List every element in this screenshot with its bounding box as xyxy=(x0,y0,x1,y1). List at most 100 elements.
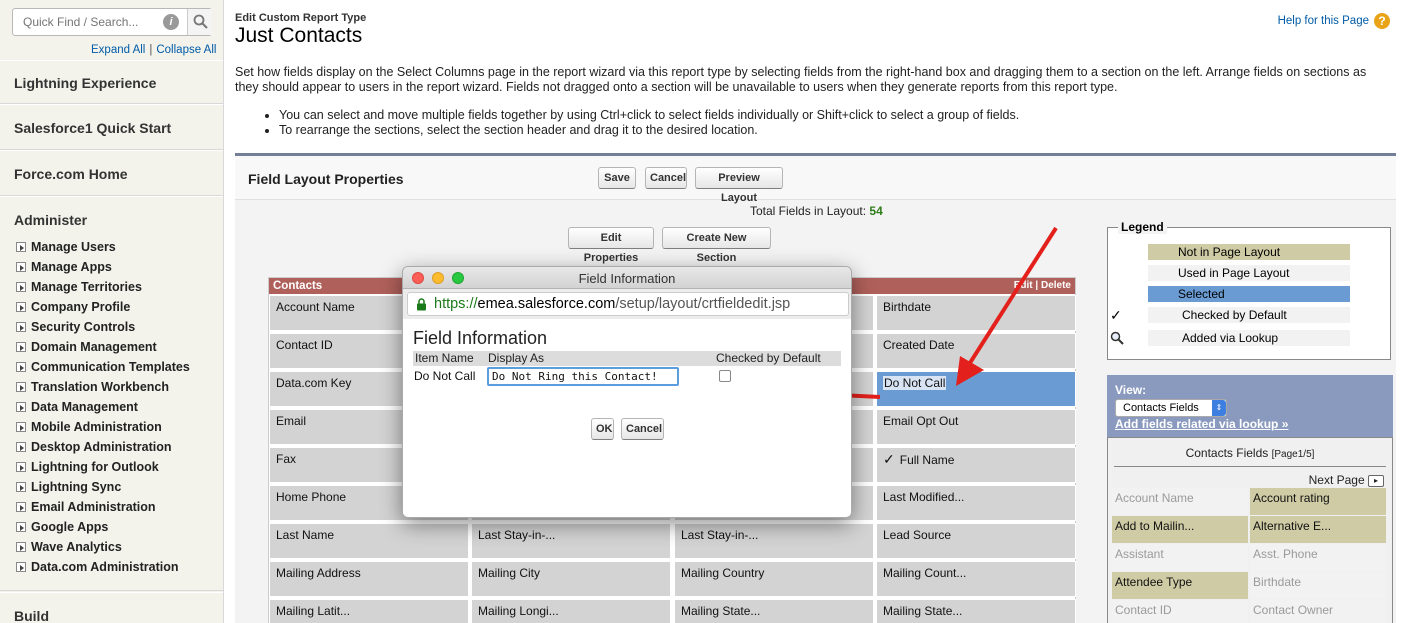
layout-field-cell[interactable]: Birthdate xyxy=(876,295,1076,331)
sidebar-item[interactable]: Translation Workbench xyxy=(16,378,169,396)
expand-triangle-icon[interactable] xyxy=(16,322,26,332)
layout-field-cell[interactable]: Mailing Address xyxy=(269,561,469,597)
layout-field-cell[interactable]: Last Stay-in-... xyxy=(674,523,874,559)
next-arrow-icon[interactable]: ▸ xyxy=(1368,474,1384,487)
layout-field-cell[interactable]: Do Not Call xyxy=(876,371,1076,407)
sidebar-lightning-experience[interactable]: Lightning Experience xyxy=(0,60,223,104)
expand-triangle-icon[interactable] xyxy=(16,542,26,552)
view-select[interactable]: Contacts Fields ⇕ xyxy=(1115,399,1227,417)
help-link[interactable]: Help for this Page ? xyxy=(1278,13,1390,29)
checked-by-default-checkbox[interactable] xyxy=(719,370,731,382)
sidebar-item[interactable]: Data Management xyxy=(16,398,138,416)
sidebar-item-label[interactable]: Security Controls xyxy=(31,320,135,334)
sidebar-item-label[interactable]: Manage Territories xyxy=(31,280,142,294)
collapse-all-link[interactable]: Collapse All xyxy=(156,44,216,56)
add-fields-lookup-link[interactable]: Add fields related via lookup » xyxy=(1115,417,1288,431)
sidebar-salesforce1-quick-start[interactable]: Salesforce1 Quick Start xyxy=(0,104,223,150)
cancel-button[interactable]: Cancel xyxy=(645,167,687,189)
expand-triangle-icon[interactable] xyxy=(16,302,26,312)
sidebar-item[interactable]: Security Controls xyxy=(16,318,135,336)
layout-field-cell[interactable]: Mailing State... xyxy=(876,599,1076,623)
sidebar-item-label[interactable]: Desktop Administration xyxy=(31,440,172,454)
layout-field-cell[interactable]: Last Stay-in-... xyxy=(471,523,671,559)
layout-field-cell[interactable]: Last Name xyxy=(269,523,469,559)
sidebar-item[interactable]: Mobile Administration xyxy=(16,418,162,436)
expand-triangle-icon[interactable] xyxy=(16,462,26,472)
info-icon[interactable]: i xyxy=(163,14,179,30)
sidebar-item[interactable]: Google Apps xyxy=(16,518,108,536)
next-page-label[interactable]: Next Page xyxy=(1309,473,1365,487)
create-new-section-button[interactable]: Create New Section xyxy=(662,227,771,264)
layout-field-cell[interactable]: Created Date xyxy=(876,333,1076,369)
layout-field-cell[interactable]: Mailing State... xyxy=(674,599,874,623)
available-field[interactable]: Alternative E... xyxy=(1250,516,1386,543)
sidebar-force-home[interactable]: Force.com Home xyxy=(0,150,223,196)
layout-field-cell[interactable]: Mailing Count... xyxy=(876,561,1076,597)
available-field[interactable]: Attendee Type xyxy=(1112,572,1248,599)
sidebar-item[interactable]: Wave Analytics xyxy=(16,538,122,556)
layout-field-cell[interactable]: ✓ Full Name xyxy=(876,447,1076,483)
layout-field-cell[interactable]: Mailing Longi... xyxy=(471,599,671,623)
sidebar-item[interactable]: Lightning Sync xyxy=(16,478,121,496)
sidebar-item-label[interactable]: Domain Management xyxy=(31,340,157,354)
expand-triangle-icon[interactable] xyxy=(16,282,26,292)
sidebar-item-label[interactable]: Manage Apps xyxy=(31,260,112,274)
ok-button[interactable]: OK xyxy=(591,418,614,440)
sidebar-item[interactable]: Company Profile xyxy=(16,298,130,316)
help-label[interactable]: Help for this Page xyxy=(1278,15,1369,27)
next-page-link[interactable]: Next Page ▸ xyxy=(1309,473,1384,487)
sidebar-item-label[interactable]: Communication Templates xyxy=(31,360,190,374)
expand-triangle-icon[interactable] xyxy=(16,262,26,272)
layout-field-cell[interactable]: Last Modified... xyxy=(876,485,1076,521)
layout-field-cell[interactable]: Mailing City xyxy=(471,561,671,597)
section-edit-delete[interactable]: Edit | Delete xyxy=(1014,278,1071,294)
layout-field-cell[interactable]: Lead Source xyxy=(876,523,1076,559)
save-button[interactable]: Save xyxy=(598,167,636,189)
available-field[interactable]: Contact ID xyxy=(1112,600,1248,623)
sidebar-item-label[interactable]: Lightning Sync xyxy=(31,480,121,494)
sidebar-item[interactable]: Manage Apps xyxy=(16,258,112,276)
available-field[interactable]: Account rating xyxy=(1250,488,1386,515)
expand-triangle-icon[interactable] xyxy=(16,502,26,512)
expand-triangle-icon[interactable] xyxy=(16,402,26,412)
available-field[interactable]: Assistant xyxy=(1112,544,1248,571)
sidebar-item[interactable]: Manage Territories xyxy=(16,278,142,296)
sidebar-item[interactable]: Data.com Administration xyxy=(16,558,178,576)
sidebar-item[interactable]: Email Administration xyxy=(16,498,156,516)
sidebar-build-heading[interactable]: Build xyxy=(0,592,223,623)
sidebar-item-label[interactable]: Translation Workbench xyxy=(31,380,169,394)
sidebar-item-label[interactable]: Google Apps xyxy=(31,520,108,534)
expand-triangle-icon[interactable] xyxy=(16,382,26,392)
sidebar-item[interactable]: Communication Templates xyxy=(16,358,190,376)
sidebar-item-label[interactable]: Lightning for Outlook xyxy=(31,460,159,474)
edit-properties-button[interactable]: Edit Properties xyxy=(568,227,654,264)
available-field[interactable]: Birthdate xyxy=(1250,572,1386,599)
expand-all-link[interactable]: Expand All xyxy=(91,44,145,56)
layout-field-cell[interactable]: Email Opt Out xyxy=(876,409,1076,445)
sidebar-item-label[interactable]: Wave Analytics xyxy=(31,540,122,554)
layout-field-cell[interactable]: Mailing Latit... xyxy=(269,599,469,623)
url-bar[interactable]: https://emea.salesforce.com/setup/layout… xyxy=(407,292,849,316)
available-field[interactable]: Add to Mailin... xyxy=(1112,516,1248,543)
expand-triangle-icon[interactable] xyxy=(16,522,26,532)
layout-field-cell[interactable]: Mailing Country xyxy=(674,561,874,597)
sidebar-item[interactable]: Desktop Administration xyxy=(16,438,172,456)
sidebar-item-label[interactable]: Company Profile xyxy=(31,300,130,314)
dialog-cancel-button[interactable]: Cancel xyxy=(621,418,664,440)
expand-triangle-icon[interactable] xyxy=(16,242,26,252)
search-button[interactable] xyxy=(187,9,212,35)
display-as-input[interactable]: Do Not Ring this Contact! xyxy=(487,367,679,386)
expand-triangle-icon[interactable] xyxy=(16,562,26,572)
available-field[interactable]: Contact Owner xyxy=(1250,600,1386,623)
expand-triangle-icon[interactable] xyxy=(16,482,26,492)
expand-triangle-icon[interactable] xyxy=(16,422,26,432)
available-field[interactable]: Account Name xyxy=(1112,488,1248,515)
sidebar-item-label[interactable]: Data.com Administration xyxy=(31,560,178,574)
expand-triangle-icon[interactable] xyxy=(16,342,26,352)
expand-triangle-icon[interactable] xyxy=(16,442,26,452)
sidebar-item[interactable]: Manage Users xyxy=(16,238,116,256)
expand-triangle-icon[interactable] xyxy=(16,362,26,372)
quick-find-input[interactable] xyxy=(13,9,163,35)
sidebar-item-label[interactable]: Manage Users xyxy=(31,240,116,254)
preview-layout-button[interactable]: Preview Layout xyxy=(695,167,783,204)
